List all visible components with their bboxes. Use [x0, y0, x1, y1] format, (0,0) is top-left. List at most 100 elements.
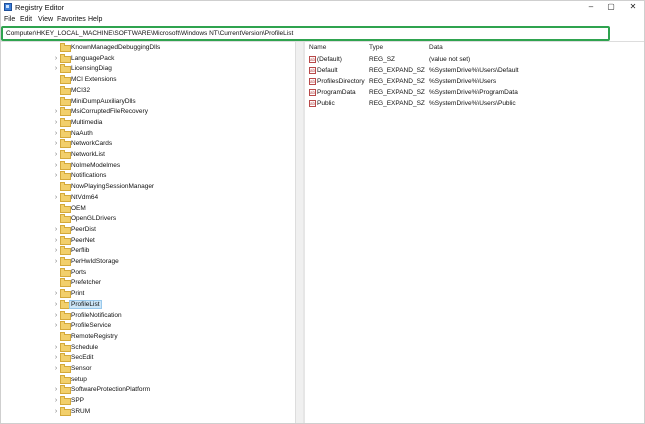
close-button[interactable]: ✕ [624, 1, 642, 13]
tree-item[interactable]: › MsiCorruptedFileRecovery [52, 107, 292, 118]
value-name: ProgramData [317, 89, 356, 96]
maximize-button[interactable]: ▢ [602, 1, 620, 13]
tree-item[interactable]: Ports [52, 267, 292, 279]
tree-item[interactable]: › SRUM [52, 406, 292, 418]
value-row[interactable]: ab (Default) REG_SZ (value not set) [305, 54, 645, 65]
value-row[interactable]: ab Public REG_EXPAND_SZ %SystemDrive%\Users… [305, 98, 645, 109]
tree-item[interactable]: › PeerNet [52, 235, 292, 247]
tree-item-label: MCI Extensions [71, 76, 117, 84]
column-header-type[interactable]: Type [369, 44, 383, 51]
tree-item-label: Prefetcher [71, 279, 101, 287]
address-path[interactable]: Computer\HKEY_LOCAL_MACHINE\SOFTWARE\Mic… [6, 30, 293, 37]
tree-item-label: Multimedia [71, 118, 103, 126]
tree-item[interactable]: › SPP [52, 396, 292, 407]
expand-chevron-icon[interactable]: › [52, 108, 60, 116]
values-pane[interactable]: Name Type Data ab (Default) REG_SZ (value n… [305, 42, 645, 424]
tree-item-label: NaAuth [71, 129, 93, 137]
expand-chevron-icon[interactable]: › [52, 226, 60, 234]
tree-item[interactable]: › SoftwareProtectionPlatform [52, 385, 292, 396]
tree-item[interactable]: OEM [52, 203, 292, 215]
tree-item-label: MsiCorruptedFileRecovery [71, 108, 148, 116]
menu-view[interactable]: View [38, 16, 53, 23]
tree-item[interactable]: › LanguagePack [52, 53, 292, 65]
tree-item[interactable]: › PerHwIdStorage [52, 257, 292, 268]
expand-chevron-icon[interactable]: › [52, 151, 60, 159]
tree-item[interactable]: › ProfileNotification [52, 310, 292, 322]
expand-chevron-icon[interactable]: › [52, 322, 60, 330]
tree-item[interactable]: › ProfileService [52, 321, 292, 332]
tree-item-label: NetworkList [71, 151, 105, 158]
expand-chevron-icon[interactable]: › [52, 344, 60, 352]
tree-item[interactable]: › Notifications [52, 171, 292, 182]
value-row[interactable]: ab ProfilesDirectory REG_EXPAND_SZ %SystemD… [305, 76, 645, 87]
expand-chevron-icon[interactable]: › [52, 258, 60, 266]
tree-item-label: MCI32 [71, 86, 91, 94]
tree-item[interactable]: › NetworkList [52, 150, 292, 161]
tree-item[interactable]: › LicensingDiag [52, 64, 292, 75]
tree-item-label: LicensingDiag [71, 65, 112, 73]
tree-item-label: ProfileNotification [71, 311, 122, 319]
expand-chevron-icon[interactable]: › [52, 140, 60, 148]
tree-item[interactable]: › Multimedia [52, 117, 292, 129]
column-header-name[interactable]: Name [309, 44, 326, 51]
tree-item-label: Notifications [71, 172, 107, 180]
expand-chevron-icon[interactable]: › [52, 301, 60, 309]
tree-item[interactable]: › SecEdit [52, 353, 292, 364]
tree-item[interactable]: › NaAuth [52, 128, 292, 140]
expand-chevron-icon[interactable]: › [52, 172, 60, 180]
tree-item-label: KnownManagedDebuggingDlls [71, 44, 161, 51]
tree-item[interactable]: › Print [52, 289, 292, 300]
expand-chevron-icon[interactable]: › [52, 194, 60, 202]
minimize-button[interactable]: – [582, 1, 600, 13]
menu-file[interactable]: File [4, 16, 15, 23]
tree-item[interactable]: › Sensor [52, 364, 292, 375]
tree-item[interactable]: › Schedule [52, 342, 292, 354]
value-type: REG_EXPAND_SZ [369, 67, 425, 74]
tree-item[interactable]: MCI Extensions [52, 75, 292, 86]
tree-item[interactable]: › NetworkCards [52, 139, 292, 150]
tree-item[interactable]: › NoImeModelmes [52, 160, 292, 172]
tree-item[interactable]: MCI32 [52, 85, 292, 97]
tree-item[interactable]: NowPlayingSessionManager [52, 182, 292, 193]
value-row[interactable]: ab ProgramData REG_EXPAND_SZ %SystemDrive%\… [305, 87, 645, 98]
address-bar[interactable]: Computer\HKEY_LOCAL_MACHINE\SOFTWARE\Mic… [1, 26, 610, 41]
menu-favorites[interactable]: Favorites [57, 16, 86, 23]
registry-editor-icon [4, 3, 12, 11]
value-type: REG_EXPAND_SZ [369, 100, 425, 107]
tree-item-label: ProfileList [69, 299, 102, 309]
tree-item[interactable]: KnownManagedDebuggingDlls [52, 43, 292, 54]
tree-item[interactable]: › Perflib [52, 246, 292, 257]
column-header-data[interactable]: Data [429, 44, 443, 51]
tree-item[interactable]: › ProfileList [52, 299, 292, 311]
expand-chevron-icon[interactable]: › [52, 65, 60, 73]
tree-item[interactable]: OpenGLDrivers [52, 214, 292, 225]
tree-item[interactable]: › PeerDist [52, 224, 292, 236]
expand-chevron-icon[interactable]: › [52, 312, 60, 320]
value-row[interactable]: ab Default REG_EXPAND_SZ %SystemDrive%\User… [305, 65, 645, 76]
expand-chevron-icon [52, 44, 60, 52]
expand-chevron-icon[interactable]: › [52, 247, 60, 255]
expand-chevron-icon[interactable]: › [52, 55, 60, 63]
expand-chevron-icon [52, 98, 60, 106]
expand-chevron-icon[interactable]: › [52, 386, 60, 394]
key-tree-pane[interactable]: KnownManagedDebuggingDlls › LanguagePack › L… [0, 42, 303, 424]
expand-chevron-icon[interactable]: › [52, 408, 60, 416]
tree-item-label: NowPlayingSessionManager [71, 183, 155, 191]
tree-item[interactable]: › NtVdm64 [52, 192, 292, 204]
tree-item[interactable]: setup [52, 374, 292, 386]
expand-chevron-icon[interactable]: › [52, 130, 60, 138]
tree-item[interactable]: Prefetcher [52, 278, 292, 289]
expand-chevron-icon[interactable]: › [52, 162, 60, 170]
menu-help[interactable]: Help [88, 16, 102, 23]
value-data: %SystemDrive%\Users [429, 78, 497, 85]
expand-chevron-icon[interactable]: › [52, 290, 60, 298]
expand-chevron-icon[interactable]: › [52, 237, 60, 245]
expand-chevron-icon[interactable]: › [52, 354, 60, 362]
tree-item[interactable]: RemoteRegistry [52, 331, 292, 343]
expand-chevron-icon[interactable]: › [52, 397, 60, 405]
expand-chevron-icon[interactable]: › [52, 119, 60, 127]
expand-chevron-icon [52, 279, 60, 287]
menu-edit[interactable]: Edit [20, 16, 32, 23]
tree-item[interactable]: MiniDumpAuxiliaryDlls [52, 96, 292, 108]
expand-chevron-icon[interactable]: › [52, 365, 60, 373]
